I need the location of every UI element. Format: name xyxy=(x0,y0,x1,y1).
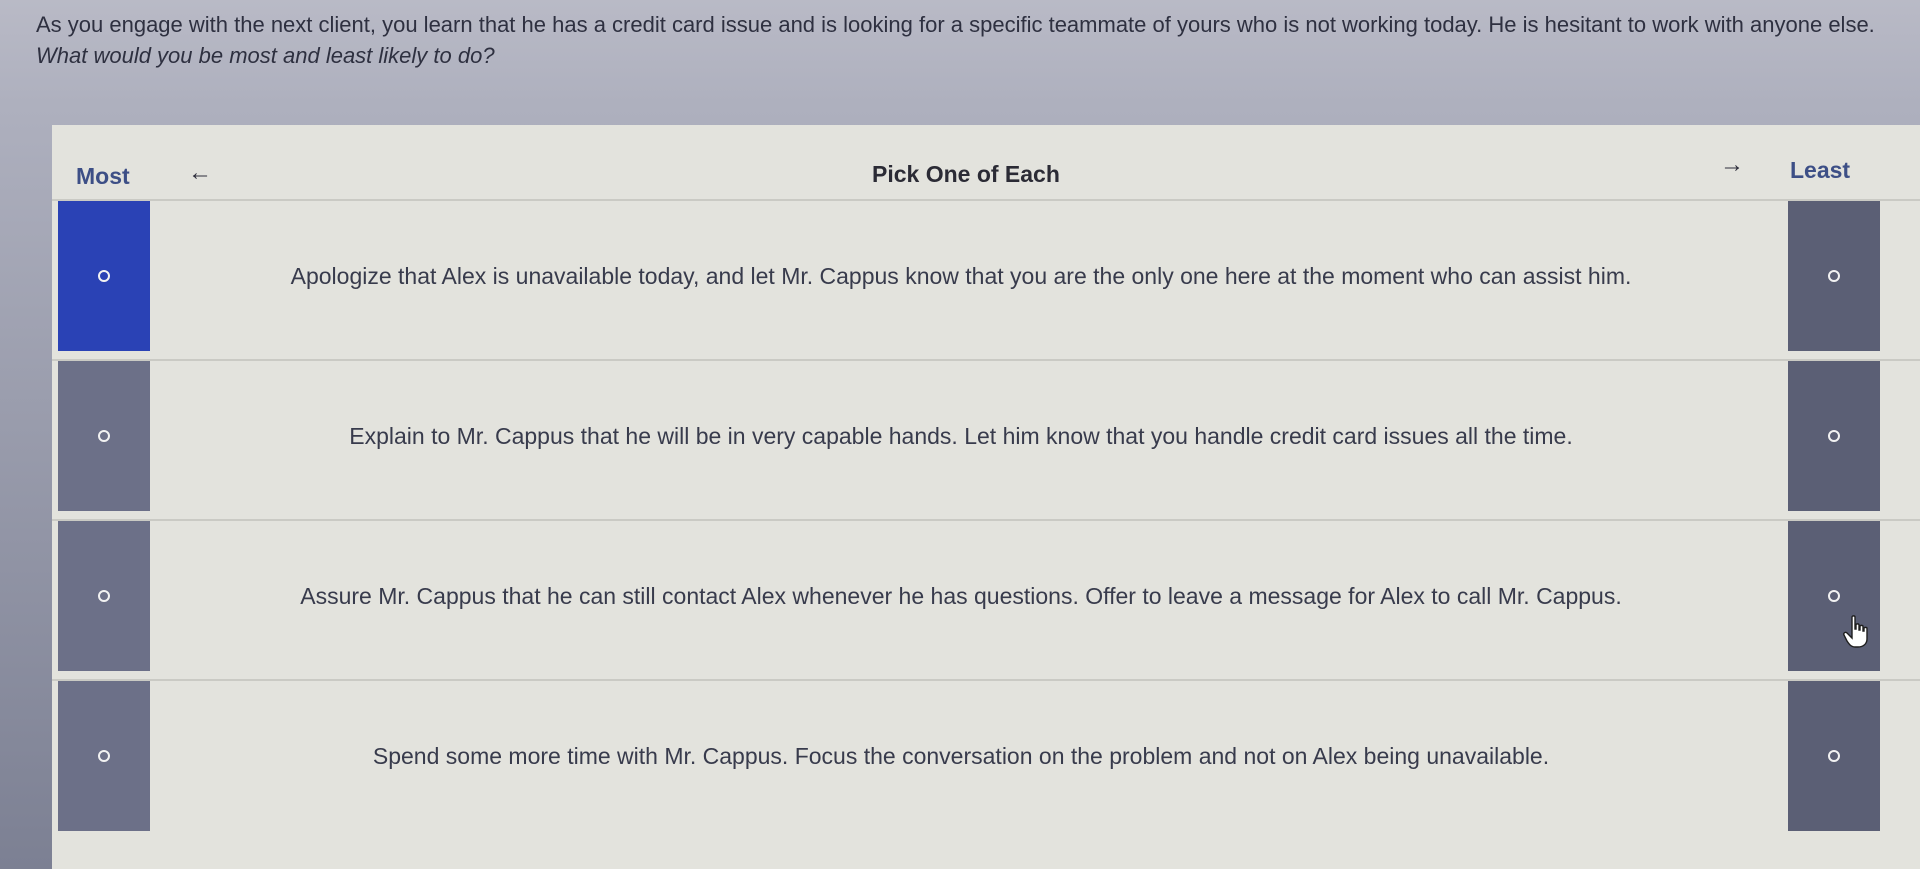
most-radio-2[interactable] xyxy=(58,361,150,511)
radio-icon xyxy=(1828,750,1840,762)
most-label: Most xyxy=(76,163,130,189)
option-text-2: Explain to Mr. Cappus that he will be in… xyxy=(349,422,1573,449)
option-row-4: Spend some more time with Mr. Cappus. Fo… xyxy=(52,679,1920,831)
pick-one-label: Pick One of Each xyxy=(872,161,1060,187)
option-text-3: Assure Mr. Cappus that he can still cont… xyxy=(300,582,1622,609)
most-radio-4[interactable] xyxy=(58,681,150,831)
response-panel: Most ← Pick One of Each → Least Apologiz… xyxy=(52,125,1920,869)
option-row-2: Explain to Mr. Cappus that he will be in… xyxy=(52,359,1920,511)
question-prompt: As you engage with the next client, you … xyxy=(36,10,1896,70)
panel-header: Most ← Pick One of Each → Least xyxy=(52,125,1920,195)
option-row-1: Apologize that Alex is unavailable today… xyxy=(52,199,1920,351)
least-radio-4[interactable] xyxy=(1788,681,1880,831)
options-list: Apologize that Alex is unavailable today… xyxy=(52,199,1920,839)
least-radio-1[interactable] xyxy=(1788,201,1880,351)
radio-icon xyxy=(1828,590,1840,602)
radio-icon xyxy=(98,590,110,602)
radio-icon xyxy=(98,270,110,282)
most-radio-3[interactable] xyxy=(58,521,150,671)
radio-icon xyxy=(1828,430,1840,442)
arrow-right-icon: → xyxy=(1720,151,1744,178)
least-radio-2[interactable] xyxy=(1788,361,1880,511)
most-radio-1[interactable] xyxy=(58,201,150,351)
radio-icon xyxy=(98,750,110,762)
option-row-3: Assure Mr. Cappus that he can still cont… xyxy=(52,519,1920,671)
radio-icon xyxy=(98,430,110,442)
least-label: Least xyxy=(1790,157,1851,183)
arrow-left-icon: ← xyxy=(188,159,212,186)
prompt-text: As you engage with the next client, you … xyxy=(36,12,1875,37)
option-text-4: Spend some more time with Mr. Cappus. Fo… xyxy=(372,742,1550,769)
prompt-question: What would you be most and least likely … xyxy=(36,43,495,68)
page: As you engage with the next client, you … xyxy=(0,0,1920,869)
option-text-1: Apologize that Alex is unavailable today… xyxy=(290,262,1632,289)
radio-icon xyxy=(1828,270,1840,282)
hand-pointer-icon xyxy=(1843,615,1868,648)
